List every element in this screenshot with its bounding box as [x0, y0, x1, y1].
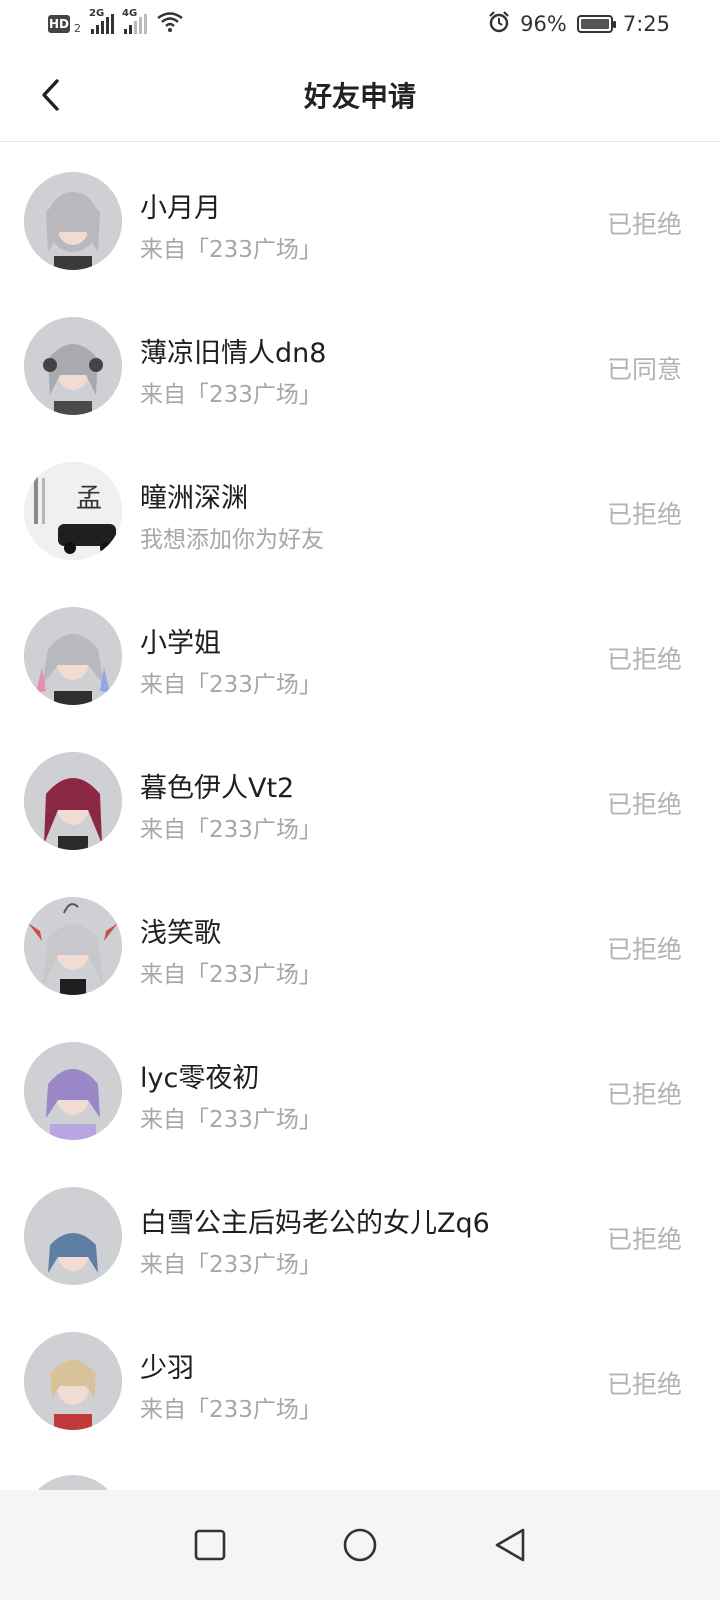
- list-item[interactable]: lyc零夜初 来自「233广场」 已拒绝: [0, 1012, 720, 1157]
- battery-percent: 96%: [520, 12, 567, 36]
- request-source: 来自「233广场」: [140, 817, 322, 843]
- hd-icon: HD: [48, 15, 70, 33]
- request-source: 来自「233广场」: [140, 672, 322, 698]
- request-status: 已同意: [606, 355, 682, 384]
- requester-name: 暮色伊人Vt2: [140, 773, 295, 804]
- requester-name: 白雪公主后妈老公的女儿Zq6: [140, 1208, 490, 1239]
- avatar[interactable]: [24, 1187, 122, 1285]
- avatar[interactable]: [24, 1332, 122, 1430]
- clock-time: 7:25: [622, 12, 670, 36]
- list-item[interactable]: 小月月 来自「233广场」 已拒绝: [0, 142, 720, 287]
- avatar[interactable]: [24, 897, 122, 995]
- avatar[interactable]: [24, 317, 122, 415]
- chevron-left-icon: [42, 79, 59, 111]
- signal-4g-icon: 4G: [122, 8, 147, 34]
- request-source: 来自「233广场」: [140, 1252, 322, 1278]
- request-source: 来自「233广场」: [140, 1107, 322, 1133]
- avatar[interactable]: 孟: [24, 462, 122, 560]
- list-item[interactable]: 孟 曈洲深渊 我想添加你为好友 已拒绝: [0, 432, 720, 577]
- request-status: 已拒绝: [606, 790, 682, 819]
- wifi-icon: [157, 11, 183, 37]
- status-left: HD 2 2G 4G: [48, 8, 183, 37]
- list-item[interactable]: 浅笑歌 来自「233广场」 已拒绝: [0, 867, 720, 1012]
- status-right: 96% 7:25: [488, 10, 670, 38]
- requester-name: 小学姐: [140, 628, 221, 659]
- requester-name: 小月月: [140, 193, 221, 224]
- recent-apps-button[interactable]: [185, 1520, 235, 1570]
- avatar[interactable]: [24, 172, 122, 270]
- requester-name: 薄凉旧情人dn8: [140, 338, 327, 369]
- signal-2g-icon: 2G: [89, 8, 114, 34]
- home-button[interactable]: [335, 1520, 385, 1570]
- request-source: 我想添加你为好友: [140, 527, 324, 553]
- avatar[interactable]: [24, 752, 122, 850]
- top-app-bar: 好友申请: [0, 48, 720, 142]
- system-navigation-bar: [0, 1490, 720, 1600]
- avatar[interactable]: [24, 607, 122, 705]
- list-item[interactable]: 少羽 来自「233广场」 已拒绝: [0, 1302, 720, 1447]
- request-status: 已拒绝: [606, 1370, 682, 1399]
- request-source: 来自「233广场」: [140, 962, 322, 988]
- request-source: 来自「233广场」: [140, 382, 322, 408]
- alarm-icon: [488, 10, 510, 38]
- status-bar: HD 2 2G 4G 96% 7:25: [0, 0, 720, 48]
- requester-name: 少羽: [140, 1353, 194, 1384]
- signal-2g-label: 2G: [89, 8, 105, 19]
- request-status: 已拒绝: [606, 935, 682, 964]
- hd-sub-label: 2: [74, 21, 81, 35]
- friend-request-list: 小月月 来自「233广场」 已拒绝 薄凉旧情人dn8 来自「233广场」 已同意…: [0, 142, 720, 1447]
- requester-name: 曈洲深渊: [140, 483, 248, 514]
- request-status: 已拒绝: [606, 500, 682, 529]
- triangle-back-icon: [495, 1528, 525, 1562]
- avatar[interactable]: [24, 1042, 122, 1140]
- requester-name: 浅笑歌: [140, 918, 221, 949]
- signal-4g-label: 4G: [122, 8, 138, 19]
- back-button[interactable]: [30, 73, 70, 117]
- svg-text:孟: 孟: [76, 484, 102, 514]
- request-source: 来自「233广场」: [140, 1397, 322, 1423]
- request-status: 已拒绝: [606, 210, 682, 239]
- square-icon: [194, 1529, 226, 1561]
- system-back-button[interactable]: [485, 1520, 535, 1570]
- list-item[interactable]: 小学姐 来自「233广场」 已拒绝: [0, 577, 720, 722]
- request-status: 已拒绝: [606, 645, 682, 674]
- circle-icon: [343, 1528, 377, 1562]
- battery-icon: [576, 15, 616, 33]
- list-item[interactable]: 薄凉旧情人dn8 来自「233广场」 已同意: [0, 287, 720, 432]
- list-item[interactable]: 白雪公主后妈老公的女儿Zq6 来自「233广场」 已拒绝: [0, 1157, 720, 1302]
- page-title: 好友申请: [303, 79, 416, 113]
- request-source: 来自「233广场」: [140, 237, 322, 263]
- request-status: 已拒绝: [606, 1080, 682, 1109]
- requester-name: lyc零夜初: [140, 1063, 260, 1094]
- request-status: 已拒绝: [606, 1225, 682, 1254]
- list-item[interactable]: 暮色伊人Vt2 来自「233广场」 已拒绝: [0, 722, 720, 867]
